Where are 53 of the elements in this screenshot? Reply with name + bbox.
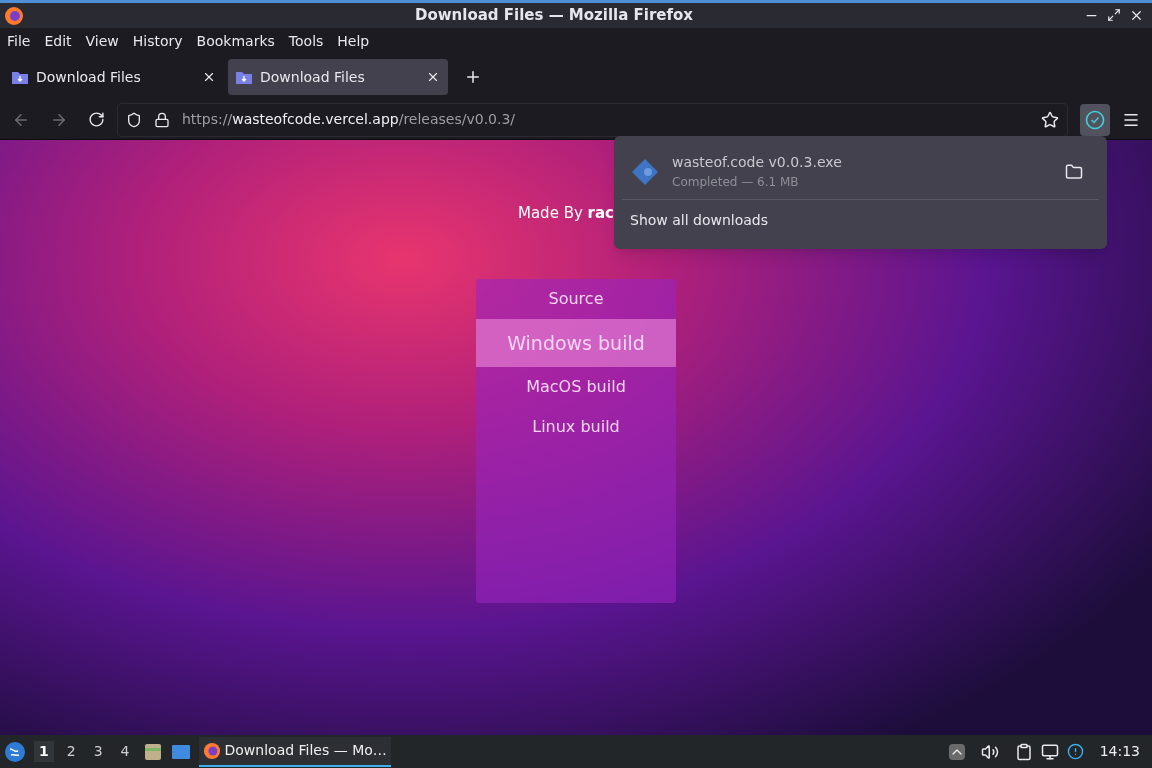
show-all-downloads-button[interactable]: Show all downloads	[622, 200, 1099, 241]
start-menu-icon[interactable]	[4, 740, 26, 763]
new-tab-icon[interactable]	[464, 68, 482, 86]
folder-download-icon	[236, 70, 252, 84]
tab-title: Download Files	[36, 67, 142, 87]
address-bar[interactable]: https://wasteofcode.vercel.app/releases/v0.0.3/	[117, 102, 1068, 137]
workspace-button[interactable]: 4	[115, 741, 135, 762]
workspace-button[interactable]: 1	[34, 741, 54, 762]
close-icon[interactable]	[202, 70, 216, 84]
network-icon[interactable]	[1040, 742, 1059, 761]
workspace-button[interactable]: 2	[61, 741, 81, 762]
build-link[interactable]: Source	[476, 278, 676, 319]
workspace-button[interactable]: 3	[88, 741, 108, 762]
menu-item[interactable]: File	[7, 30, 31, 52]
browser-tab[interactable]: Download Files	[228, 59, 448, 95]
file-name: wasteof.code v0.0.3.exe	[672, 153, 843, 172]
star-icon[interactable]	[1041, 110, 1059, 129]
credit-text: Made By rac	[518, 203, 615, 224]
folder-download-icon	[12, 70, 28, 84]
menu-item[interactable]: Help	[337, 30, 370, 52]
download-status: Completed — 6.1 MB	[672, 174, 800, 191]
build-link[interactable]: MacOS build	[476, 367, 676, 407]
shield-icon[interactable]	[126, 111, 142, 128]
window-title: Download Files — Mozilla Firefox	[413, 5, 695, 27]
folder-icon[interactable]	[1065, 162, 1083, 181]
menu-item[interactable]: View	[85, 30, 119, 52]
file-cabinet-icon[interactable]	[142, 741, 163, 762]
browser-tab[interactable]: Download Files	[4, 59, 224, 95]
desktop-icon[interactable]	[170, 742, 191, 761]
menu-item[interactable]: Tools	[288, 30, 324, 52]
build-link[interactable]: Linux build	[476, 407, 676, 447]
tray-expand-icon[interactable]	[948, 743, 965, 760]
downloads-button[interactable]	[1080, 103, 1110, 136]
menu-item[interactable]: Bookmarks	[196, 30, 275, 52]
browser-logo-icon	[4, 5, 24, 26]
tab-title: Download Files	[260, 67, 366, 87]
url-text: https://wasteofcode.vercel.app/releases/v0.0.3/	[182, 110, 517, 129]
browser-logo-icon	[202, 741, 221, 760]
reload-icon[interactable]	[88, 111, 105, 128]
close-icon[interactable]	[426, 70, 440, 84]
lock-icon[interactable]	[154, 111, 170, 128]
volume-icon[interactable]	[980, 742, 999, 761]
check-circle-icon	[1085, 109, 1105, 130]
menu-item[interactable]: History	[132, 30, 183, 52]
menu-item[interactable]: Edit	[44, 30, 72, 52]
clipboard-icon[interactable]	[1014, 742, 1033, 761]
notification-icon[interactable]	[1066, 743, 1084, 760]
file-icon	[630, 156, 660, 187]
maximize-icon[interactable]	[1107, 8, 1121, 22]
clock: 14:13	[1098, 742, 1141, 761]
taskbar-task[interactable]: Download Files — Mo…	[198, 736, 391, 767]
close-icon[interactable]	[1129, 8, 1144, 23]
task-title: Download Files — Mo…	[224, 741, 387, 760]
